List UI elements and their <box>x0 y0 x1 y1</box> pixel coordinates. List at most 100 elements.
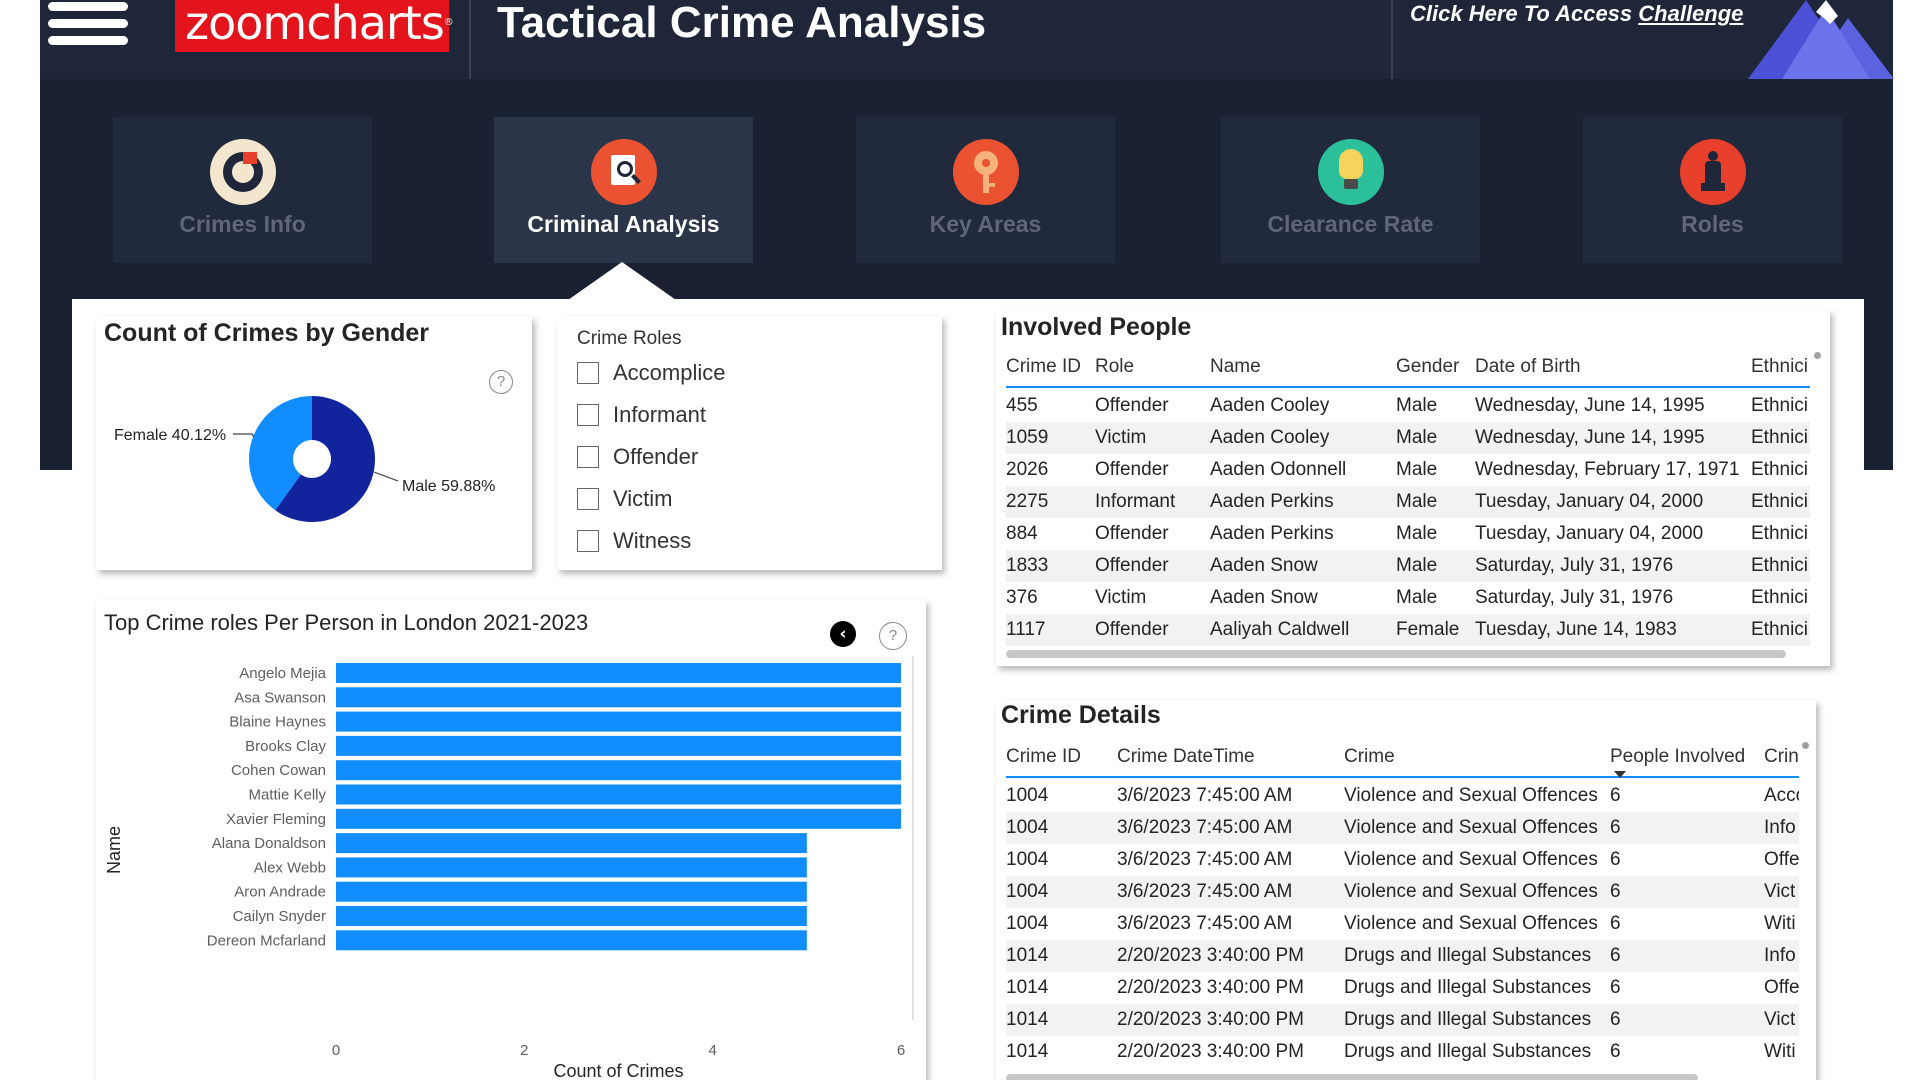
table-row[interactable]: 2275 Informant Aaden Perkins Male Tuesday, J… <box>1006 486 1810 518</box>
table-cell: Male <box>1396 587 1438 608</box>
table-row[interactable]: 455 Offender Aaden Cooley Male Wednesday, Ju… <box>1006 390 1810 422</box>
bar[interactable] <box>336 808 901 829</box>
column-header[interactable]: Date of Birth <box>1475 356 1581 378</box>
table-row[interactable]: 884 Offender Aaden Perkins Male Tuesday, Jan… <box>1006 518 1810 550</box>
tab-clearance-rate[interactable]: Clearance Rate <box>1221 117 1480 263</box>
challenge-link[interactable]: Click Here To Access Challenge <box>1410 0 1743 28</box>
table-cell: Violence and Sexual Offences <box>1344 849 1598 870</box>
table-row[interactable]: 376 Victim Aaden Snow Male Saturday, July 31… <box>1006 582 1810 614</box>
table-cell: 1833 <box>1006 555 1049 576</box>
table-cell: 1059 <box>1006 427 1049 448</box>
table-cell: 1014 <box>1006 977 1049 998</box>
bar[interactable] <box>336 687 901 708</box>
bar[interactable] <box>336 906 807 926</box>
table-cell: Offender <box>1095 555 1169 576</box>
bar[interactable] <box>336 784 901 805</box>
table-cell: Vict <box>1764 1009 1796 1030</box>
bar[interactable] <box>336 760 901 781</box>
table-row[interactable]: 2026 Offender Aaden Odonnell Male Wednesday,… <box>1006 454 1810 486</box>
table-cell: 455 <box>1006 395 1038 416</box>
table-row[interactable]: 1004 3/6/2023 7:45:00 AM Violence and Sexu… <box>1006 812 1799 844</box>
checkbox[interactable] <box>577 404 599 426</box>
table-row[interactable]: 1014 2/20/2023 3:40:00 PM Drugs and Illega… <box>1006 972 1799 1004</box>
dashboard: zoomcharts® Tactical Crime Analysis Clic… <box>0 0 1920 1080</box>
horizontal-scrollbar[interactable] <box>1006 1074 1698 1080</box>
column-header[interactable]: Gender <box>1396 356 1459 378</box>
table-cell: 3/6/2023 7:45:00 AM <box>1117 881 1293 902</box>
bar[interactable] <box>336 930 807 951</box>
bar[interactable] <box>336 663 901 683</box>
table-row[interactable]: 1004 3/6/2023 7:45:00 AM Violence and Sexu… <box>1006 780 1799 812</box>
challenge-link-text[interactable]: Challenge <box>1638 1 1743 26</box>
x-tick-label: 4 <box>708 1042 716 1059</box>
table-row[interactable]: 1004 3/6/2023 7:45:00 AM Violence and Sexu… <box>1006 908 1799 940</box>
table-row[interactable]: 1059 Victim Aaden Cooley Male Wednesday, Jun… <box>1006 422 1810 454</box>
table-cell: Ethnici <box>1751 587 1809 608</box>
column-header[interactable]: Crime <box>1344 746 1395 768</box>
bar[interactable] <box>336 711 901 732</box>
table-cell: 1014 <box>1006 1009 1049 1030</box>
checkbox[interactable] <box>577 530 599 552</box>
tab-roles[interactable]: Roles <box>1583 117 1842 263</box>
table-cell: Wednesday, February 17, 1971 <box>1475 459 1740 480</box>
table-cell: 2/20/2023 3:40:00 PM <box>1117 945 1304 966</box>
bar[interactable] <box>336 881 807 902</box>
checkbox[interactable] <box>577 488 599 510</box>
slicer-item-label: Offender <box>613 444 699 469</box>
table-cell: Male <box>1396 395 1438 416</box>
table-cell: Ethnici <box>1751 459 1809 480</box>
table-cell: Tuesday, June 14, 1983 <box>1475 619 1677 640</box>
challenge-prefix: Click Here To Access <box>1410 1 1639 26</box>
table-cell: 2/20/2023 3:40:00 PM <box>1117 1009 1304 1030</box>
table-row[interactable]: 1117 Offender Aaliyah Caldwell Female Tuesda… <box>1006 614 1810 646</box>
bar[interactable] <box>336 833 807 854</box>
bar[interactable] <box>336 735 901 756</box>
table-cell: Aaliyah Caldwell <box>1210 619 1350 640</box>
column-header[interactable]: Ethnici <box>1751 356 1810 378</box>
table-cell: Victim <box>1095 587 1147 608</box>
table-cell: 1004 <box>1006 881 1049 902</box>
slicer-item-label: Informant <box>613 402 706 427</box>
column-header[interactable]: Crime ID <box>1006 746 1081 768</box>
table-row[interactable]: 1833 Offender Aaden Snow Male Saturday, July… <box>1006 550 1810 582</box>
tab-label: Clearance Rate <box>1267 211 1434 237</box>
sort-descending-icon[interactable] <box>1614 771 1626 778</box>
menu-icon[interactable] <box>48 2 128 46</box>
table-row[interactable]: 1014 2/20/2023 3:40:00 PM Drugs and Illega… <box>1006 1004 1799 1036</box>
table-cell: Male <box>1396 523 1438 544</box>
table-cell: Male <box>1396 555 1438 576</box>
column-header[interactable]: Crin <box>1764 746 1799 768</box>
table-row[interactable]: 1004 3/6/2023 7:45:00 AM Violence and Sexu… <box>1006 844 1799 876</box>
category-label: Angelo Mejia <box>239 665 326 682</box>
table-cell: Offe <box>1764 849 1799 870</box>
checkbox[interactable] <box>577 362 599 384</box>
column-header[interactable]: People Involved <box>1610 746 1745 768</box>
leader-line <box>373 471 399 482</box>
table-cell: Ethnici <box>1751 491 1809 512</box>
column-header[interactable]: Role <box>1095 356 1134 378</box>
tab-criminal-analysis[interactable]: Criminal Analysis <box>494 117 753 263</box>
slicer-item-label: Accomplice <box>613 360 726 385</box>
table-cell: Victim <box>1095 427 1147 448</box>
column-header[interactable]: Crime DateTime <box>1117 746 1255 768</box>
checkbox[interactable] <box>577 446 599 468</box>
table-row[interactable]: 1014 2/20/2023 3:40:00 PM Drugs and Illega… <box>1006 1036 1799 1068</box>
table-cell: 376 <box>1006 587 1038 608</box>
table-cell: Witi <box>1764 913 1796 934</box>
bar[interactable] <box>336 857 807 878</box>
gender-donut-chart: Female 40.12% Male 59.88% <box>114 396 495 522</box>
column-header[interactable]: Crime ID <box>1006 356 1081 378</box>
tab-label: Roles <box>1681 211 1744 237</box>
x-tick-label: 0 <box>332 1042 340 1059</box>
table-row[interactable]: 1004 3/6/2023 7:45:00 AM Violence and Sexu… <box>1006 876 1799 908</box>
table-row[interactable]: 1014 2/20/2023 3:40:00 PM Drugs and Illega… <box>1006 940 1799 972</box>
gender-chart-card: Count of Crimes by Gender ? Female 40.12… <box>96 316 532 570</box>
table-cell: Drugs and Illegal Substances <box>1344 1009 1592 1030</box>
table-cell: Witi <box>1764 1041 1796 1062</box>
table-cell: 6 <box>1610 817 1621 838</box>
tab-crimes-info[interactable]: Crimes Info <box>113 117 372 263</box>
column-header[interactable]: Name <box>1210 356 1261 378</box>
table-cell: 6 <box>1610 977 1621 998</box>
tab-key-areas[interactable]: Key Areas <box>856 117 1115 263</box>
horizontal-scrollbar[interactable] <box>1006 650 1786 658</box>
